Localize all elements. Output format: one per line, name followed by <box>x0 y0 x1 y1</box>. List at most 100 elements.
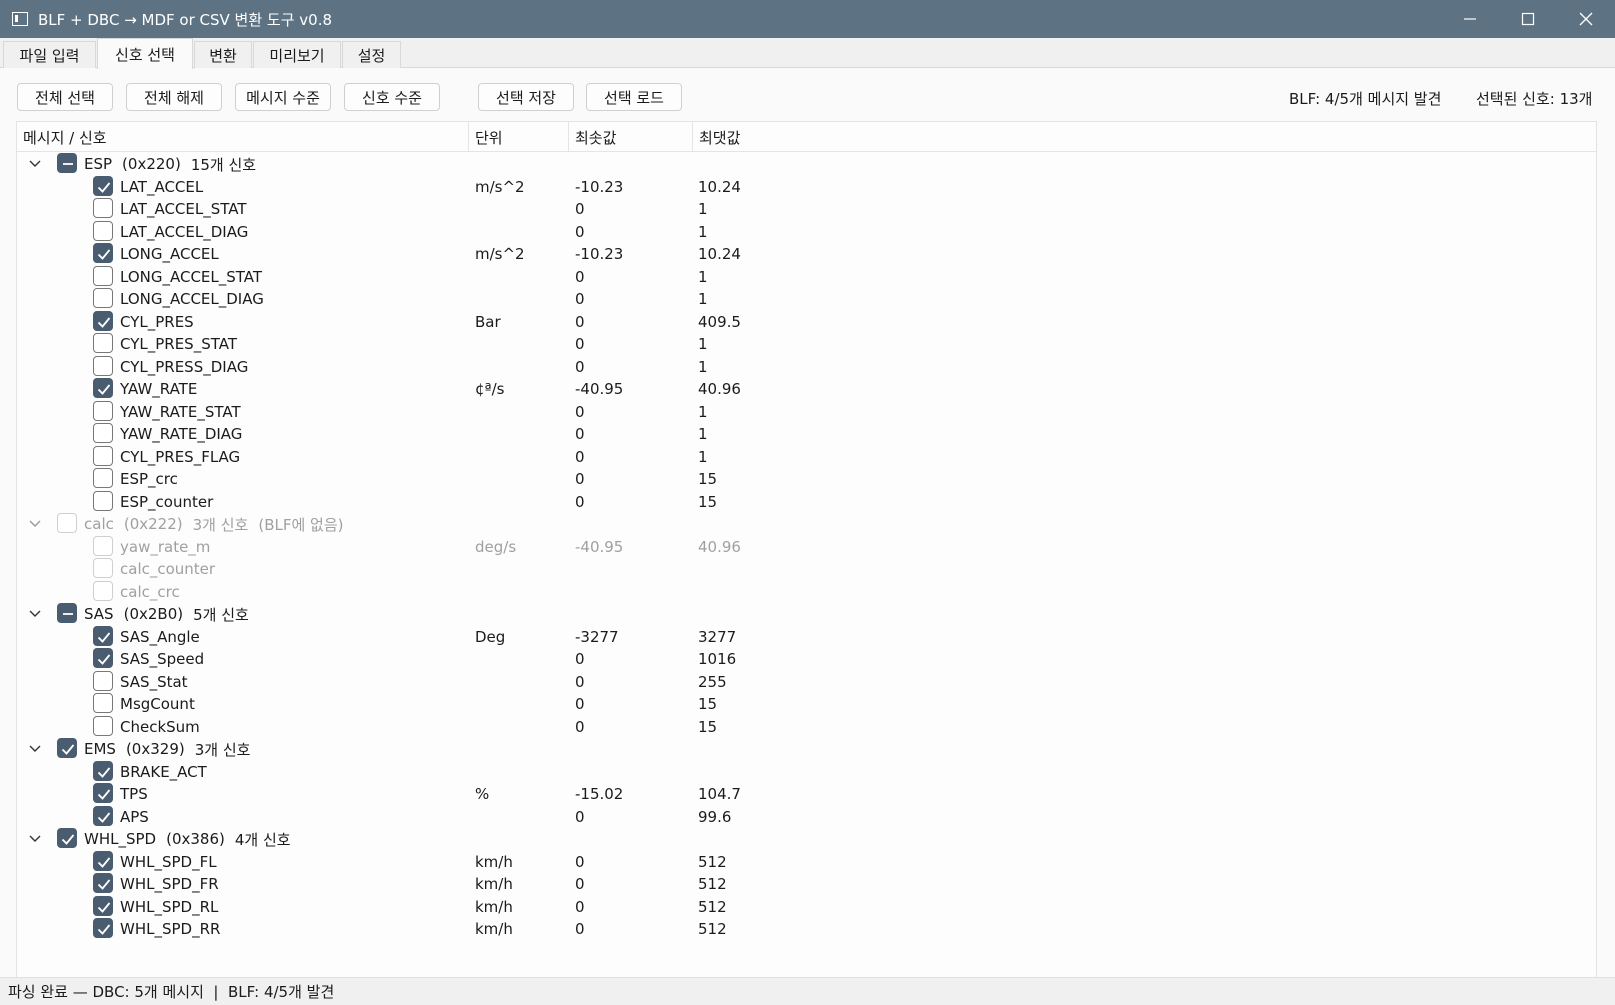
signal-checkbox[interactable] <box>93 333 113 353</box>
column-header-min[interactable]: 최솟값 <box>569 122 693 152</box>
signal-checkbox[interactable] <box>93 851 113 871</box>
message-row[interactable]: SAS (0x2B0) 5개 신호 <box>17 603 1596 625</box>
signal-row[interactable]: BRAKE_ACT <box>17 761 1596 783</box>
signal-row[interactable]: calc_counter <box>17 558 1596 580</box>
deselect-all-button[interactable]: 전체 해제 <box>126 83 222 111</box>
signal-row[interactable]: CYL_PRES_STAT 0 1 <box>17 333 1596 355</box>
signal-checkbox[interactable] <box>93 423 113 443</box>
signal-checkbox[interactable] <box>93 873 113 893</box>
column-header-unit[interactable]: 단위 <box>469 122 569 152</box>
signal-row[interactable]: CYL_PRESS_DIAG 0 1 <box>17 356 1596 378</box>
chevron-down-icon[interactable] <box>28 606 42 620</box>
signal-row[interactable]: CYL_PRES_FLAG 0 1 <box>17 446 1596 468</box>
chevron-down-icon[interactable] <box>28 156 42 170</box>
signal-checkbox[interactable] <box>93 468 113 488</box>
save-selection-button[interactable]: 선택 저장 <box>478 83 574 111</box>
app-icon <box>12 12 28 26</box>
signal-row[interactable]: SAS_Stat 0 255 <box>17 671 1596 693</box>
message-level-button[interactable]: 메시지 수준 <box>235 83 331 111</box>
signal-checkbox[interactable] <box>93 243 113 263</box>
signal-row[interactable]: YAW_RATE_DIAG 0 1 <box>17 423 1596 445</box>
signal-max: 255 <box>698 673 727 691</box>
signal-name: YAW_RATE_STAT <box>120 403 241 421</box>
select-all-button[interactable]: 전체 선택 <box>17 83 113 111</box>
signal-row[interactable]: CYL_PRES Bar 0 409.5 <box>17 311 1596 333</box>
signal-unit: km/h <box>475 875 513 893</box>
signal-row[interactable]: SAS_Angle Deg -3277 3277 <box>17 626 1596 648</box>
signal-checkbox[interactable] <box>93 491 113 511</box>
column-header-message[interactable]: 메시지 / 신호 <box>17 122 469 152</box>
signal-checkbox[interactable] <box>93 693 113 713</box>
signal-checkbox[interactable] <box>93 671 113 691</box>
tab-preview[interactable]: 미리보기 <box>253 41 341 68</box>
signal-checkbox[interactable] <box>93 446 113 466</box>
signal-row[interactable]: YAW_RATE_STAT 0 1 <box>17 401 1596 423</box>
signal-checkbox[interactable] <box>93 716 113 736</box>
signal-unit: Bar <box>475 313 501 331</box>
signal-row[interactable]: yaw_rate_m deg/s -40.95 40.96 <box>17 536 1596 558</box>
message-row[interactable]: calc (0x222) 3개 신호 (BLF에 없음) <box>17 513 1596 535</box>
signal-checkbox[interactable] <box>93 378 113 398</box>
signal-row[interactable]: WHL_SPD_RR km/h 0 512 <box>17 918 1596 940</box>
signal-row[interactable]: LONG_ACCEL_DIAG 0 1 <box>17 288 1596 310</box>
signal-row[interactable]: ESP_crc 0 15 <box>17 468 1596 490</box>
signal-tree[interactable]: 메시지 / 신호 단위 최솟값 최댓값 ESP (0x220) 15개 신호 LAT_… <box>16 121 1597 1005</box>
message-row[interactable]: WHL_SPD (0x386) 4개 신호 <box>17 828 1596 850</box>
signal-name: WHL_SPD_FR <box>120 875 219 893</box>
signal-checkbox[interactable] <box>93 356 113 376</box>
signal-checkbox[interactable] <box>93 783 113 803</box>
tab-signal-select[interactable]: 신호 선택 <box>97 38 193 69</box>
signal-row[interactable]: WHL_SPD_RL km/h 0 512 <box>17 896 1596 918</box>
column-header-max[interactable]: 최댓값 <box>693 122 813 152</box>
signal-name: LONG_ACCEL <box>120 245 219 263</box>
tab-convert[interactable]: 변환 <box>194 41 252 68</box>
signal-checkbox[interactable] <box>93 221 113 241</box>
signal-row[interactable]: LAT_ACCEL_STAT 0 1 <box>17 198 1596 220</box>
chevron-down-icon[interactable] <box>28 741 42 755</box>
load-selection-button[interactable]: 선택 로드 <box>586 83 682 111</box>
signal-checkbox[interactable] <box>93 266 113 286</box>
message-checkbox[interactable] <box>57 603 77 623</box>
signal-checkbox[interactable] <box>93 896 113 916</box>
chevron-down-icon[interactable] <box>28 831 42 845</box>
signal-checkbox[interactable] <box>93 626 113 646</box>
message-checkbox[interactable] <box>57 738 77 758</box>
minimize-icon[interactable] <box>1441 0 1499 38</box>
signal-row[interactable]: calc_crc <box>17 581 1596 603</box>
tab-settings[interactable]: 설정 <box>342 41 401 68</box>
signal-row[interactable]: APS 0 99.6 <box>17 806 1596 828</box>
signal-checkbox[interactable] <box>93 288 113 308</box>
signal-row[interactable]: SAS_Speed 0 1016 <box>17 648 1596 670</box>
signal-row[interactable]: YAW_RATE ¢ª/s -40.95 40.96 <box>17 378 1596 400</box>
signal-min: -10.23 <box>575 178 624 196</box>
signal-name: WHL_SPD_FL <box>120 853 217 871</box>
signal-checkbox[interactable] <box>93 648 113 668</box>
signal-checkbox[interactable] <box>93 806 113 826</box>
signal-checkbox[interactable] <box>93 761 113 781</box>
signal-row[interactable]: WHL_SPD_FL km/h 0 512 <box>17 851 1596 873</box>
signal-checkbox[interactable] <box>93 918 113 938</box>
signal-checkbox[interactable] <box>93 401 113 421</box>
signal-row[interactable]: LAT_ACCEL m/s^2 -10.23 10.24 <box>17 176 1596 198</box>
signal-level-button[interactable]: 신호 수준 <box>344 83 440 111</box>
signal-row[interactable]: TPS% -15.02 104.7 <box>17 783 1596 805</box>
maximize-icon[interactable] <box>1499 0 1557 38</box>
signal-row[interactable]: LONG_ACCEL m/s^2 -10.23 10.24 <box>17 243 1596 265</box>
signal-row[interactable]: ESP_counter 0 15 <box>17 491 1596 513</box>
message-row[interactable]: ESP (0x220) 15개 신호 <box>17 153 1596 175</box>
signal-row[interactable]: LONG_ACCEL_STAT 0 1 <box>17 266 1596 288</box>
signal-row[interactable]: CheckSum 0 15 <box>17 716 1596 738</box>
signal-checkbox[interactable] <box>93 176 113 196</box>
signal-row[interactable]: MsgCount 0 15 <box>17 693 1596 715</box>
message-checkbox[interactable] <box>57 153 77 173</box>
signal-row[interactable]: LAT_ACCEL_DIAG 0 1 <box>17 221 1596 243</box>
signal-checkbox[interactable] <box>93 311 113 331</box>
signal-checkbox[interactable] <box>93 198 113 218</box>
chevron-down-icon[interactable] <box>28 516 42 530</box>
close-icon[interactable] <box>1557 0 1615 38</box>
tab-file-input[interactable]: 파일 입력 <box>3 41 96 68</box>
signal-name: CYL_PRES <box>120 313 194 331</box>
message-row[interactable]: EMS (0x329) 3개 신호 <box>17 738 1596 760</box>
signal-row[interactable]: WHL_SPD_FR km/h 0 512 <box>17 873 1596 895</box>
message-checkbox[interactable] <box>57 828 77 848</box>
